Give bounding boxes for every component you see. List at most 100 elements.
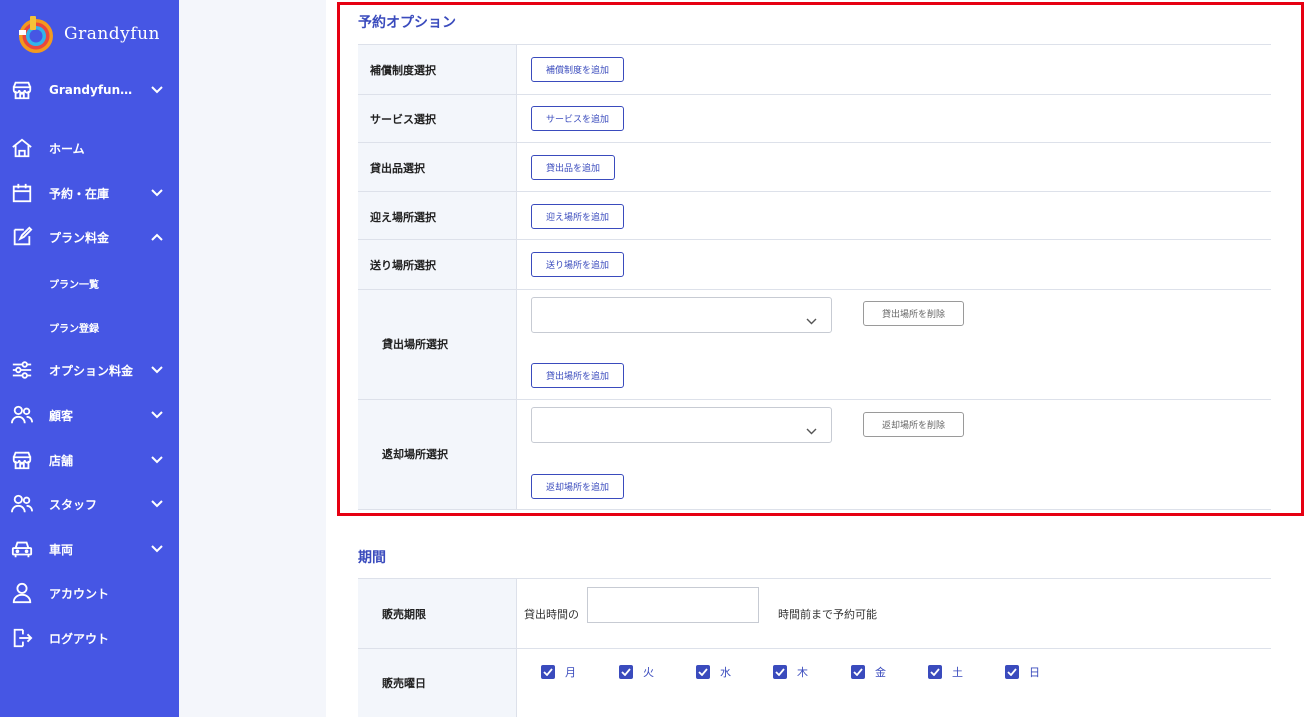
sidebar-item-label: ホーム [49, 141, 85, 156]
sliders-icon [10, 358, 34, 382]
sidebar-item-option-price[interactable]: オプション料金 [0, 355, 179, 385]
sidebar-subitem-plan-list[interactable]: プラン一覧 [49, 276, 99, 291]
day-checkbox-tue[interactable]: 火 [619, 664, 654, 680]
content-gutter [179, 0, 326, 717]
rental-place-select[interactable] [531, 297, 832, 333]
add-dropoff-button[interactable]: 送り場所を追加 [531, 252, 625, 277]
brand-name: Grandyfun [64, 24, 160, 44]
row-return-place: 返却場所選択 * 返却場所を削除 返却場所を追加 [358, 399, 1271, 510]
chevron-down-icon [150, 83, 164, 97]
user-icon [10, 581, 34, 605]
sales-limit-prefix: 貸出時間の [524, 608, 579, 621]
sales-limit-suffix: 時間前まで予約可能 [778, 608, 877, 621]
sidebar-item-label: ログアウト [49, 631, 110, 646]
checkbox-checked-icon [773, 665, 787, 679]
sidebar-item-staff[interactable]: スタッフ [0, 489, 179, 519]
day-checkbox-thu[interactable]: 木 [773, 664, 808, 680]
store-icon [10, 78, 34, 102]
sidebar-item-label: 車両 [49, 542, 74, 557]
home-icon [10, 136, 34, 160]
sidebar-item-label: 顧客 [49, 408, 74, 423]
add-rental-item-button[interactable]: 貸出品を追加 [531, 155, 616, 180]
chevron-down-icon [150, 363, 164, 377]
add-return-place-button[interactable]: 返却場所を追加 [531, 474, 625, 499]
brand-logo[interactable]: Grandyfun [16, 14, 160, 54]
row-pickup: 迎え場所選択 迎え場所を追加 [358, 191, 1271, 239]
checkbox-checked-icon [696, 665, 710, 679]
chevron-down-icon [150, 186, 164, 200]
row-dropoff: 送り場所選択 送り場所を追加 [358, 239, 1271, 289]
row-sales-limit: 販売期限 * 貸出時間の 時間前まで予約可能 [358, 578, 1271, 648]
row-label: 補償制度選択 [370, 64, 436, 77]
day-label: 火 [643, 666, 654, 679]
section-title-reservation-options: 予約オプション [358, 15, 456, 31]
day-checkbox-mon[interactable]: 月 [541, 664, 576, 680]
required-mark: * [386, 336, 392, 349]
checkbox-checked-icon [541, 665, 555, 679]
add-compensation-button[interactable]: 補償制度を追加 [531, 57, 625, 82]
row-label: サービス選択 [370, 113, 436, 126]
delete-return-place-button[interactable]: 返却場所を削除 [863, 412, 965, 437]
required-mark: * [386, 606, 392, 619]
sidebar-subitem-plan-register[interactable]: プラン登録 [49, 320, 99, 335]
sidebar-item-label: スタッフ [49, 497, 98, 512]
sidebar-item-home[interactable]: ホーム [0, 133, 179, 163]
checkbox-checked-icon [851, 665, 865, 679]
sidebar-item-label: 予約・在庫 [49, 186, 110, 201]
users-icon [10, 492, 34, 516]
checkbox-checked-icon [619, 665, 633, 679]
rainbow-logo-icon [16, 14, 56, 54]
car-icon [10, 537, 34, 561]
store-icon [10, 448, 34, 472]
chevron-down-icon [806, 310, 817, 329]
chevron-down-icon [150, 542, 164, 556]
day-checkbox-fri[interactable]: 金 [851, 664, 886, 680]
sidebar-item-label: Grandyfun… [49, 83, 133, 97]
sidebar-item-reservation[interactable]: 予約・在庫 [0, 178, 179, 208]
day-checkbox-wed[interactable]: 水 [696, 664, 731, 680]
add-rental-place-button[interactable]: 貸出場所を追加 [531, 363, 625, 388]
sidebar: Grandyfun Grandyfun… ホーム 予約・在庫 プラン料金 プラン… [0, 0, 179, 717]
row-rental-item: 貸出品選択 貸出品を追加 [358, 142, 1271, 191]
day-label: 水 [720, 666, 731, 679]
day-checkbox-sun[interactable]: 日 [1005, 664, 1040, 680]
row-label: 迎え場所選択 [370, 211, 436, 224]
chevron-down-icon [150, 453, 164, 467]
sales-limit-hours-input[interactable] [587, 587, 759, 623]
sidebar-item-label: 店舗 [49, 453, 74, 468]
checkbox-checked-icon [928, 665, 942, 679]
sidebar-item-label: プラン料金 [49, 230, 110, 245]
add-service-button[interactable]: サービスを追加 [531, 106, 625, 131]
calendar-icon [10, 181, 34, 205]
delete-rental-place-button[interactable]: 貸出場所を削除 [863, 301, 965, 326]
day-label: 土 [952, 666, 963, 679]
sidebar-item-logout[interactable]: ログアウト [0, 623, 179, 653]
sidebar-item-account[interactable]: アカウント [0, 578, 179, 608]
row-label: 貸出品選択 [370, 162, 425, 175]
sidebar-item-store[interactable]: Grandyfun… [0, 75, 179, 105]
row-service: サービス選択 サービスを追加 [358, 94, 1271, 142]
day-label: 月 [565, 666, 576, 679]
users-icon [10, 403, 34, 427]
required-mark: * [386, 675, 392, 688]
row-rental-place: 貸出場所選択 * 貸出場所を削除 貸出場所を追加 [358, 289, 1271, 399]
chevron-down-icon [150, 408, 164, 422]
day-label: 金 [875, 666, 886, 679]
day-label: 木 [797, 666, 808, 679]
row-sales-days: 販売曜日 * [358, 648, 1271, 717]
sidebar-item-customer[interactable]: 顧客 [0, 400, 179, 430]
sidebar-item-plan-price[interactable]: プラン料金 [0, 222, 179, 252]
sidebar-item-shop[interactable]: 店舗 [0, 445, 179, 475]
day-checkbox-sat[interactable]: 土 [928, 664, 963, 680]
return-place-select[interactable] [531, 407, 832, 443]
row-compensation: 補償制度選択 補償制度を追加 [358, 44, 1271, 94]
chevron-down-icon [150, 497, 164, 511]
checkbox-checked-icon [1005, 665, 1019, 679]
sidebar-item-vehicle[interactable]: 車両 [0, 534, 179, 564]
required-mark: * [386, 446, 392, 459]
sidebar-item-label: オプション料金 [49, 363, 134, 378]
edit-icon [10, 225, 34, 249]
sidebar-item-label: アカウント [49, 586, 110, 601]
add-pickup-button[interactable]: 迎え場所を追加 [531, 204, 625, 229]
chevron-up-icon [150, 230, 164, 244]
